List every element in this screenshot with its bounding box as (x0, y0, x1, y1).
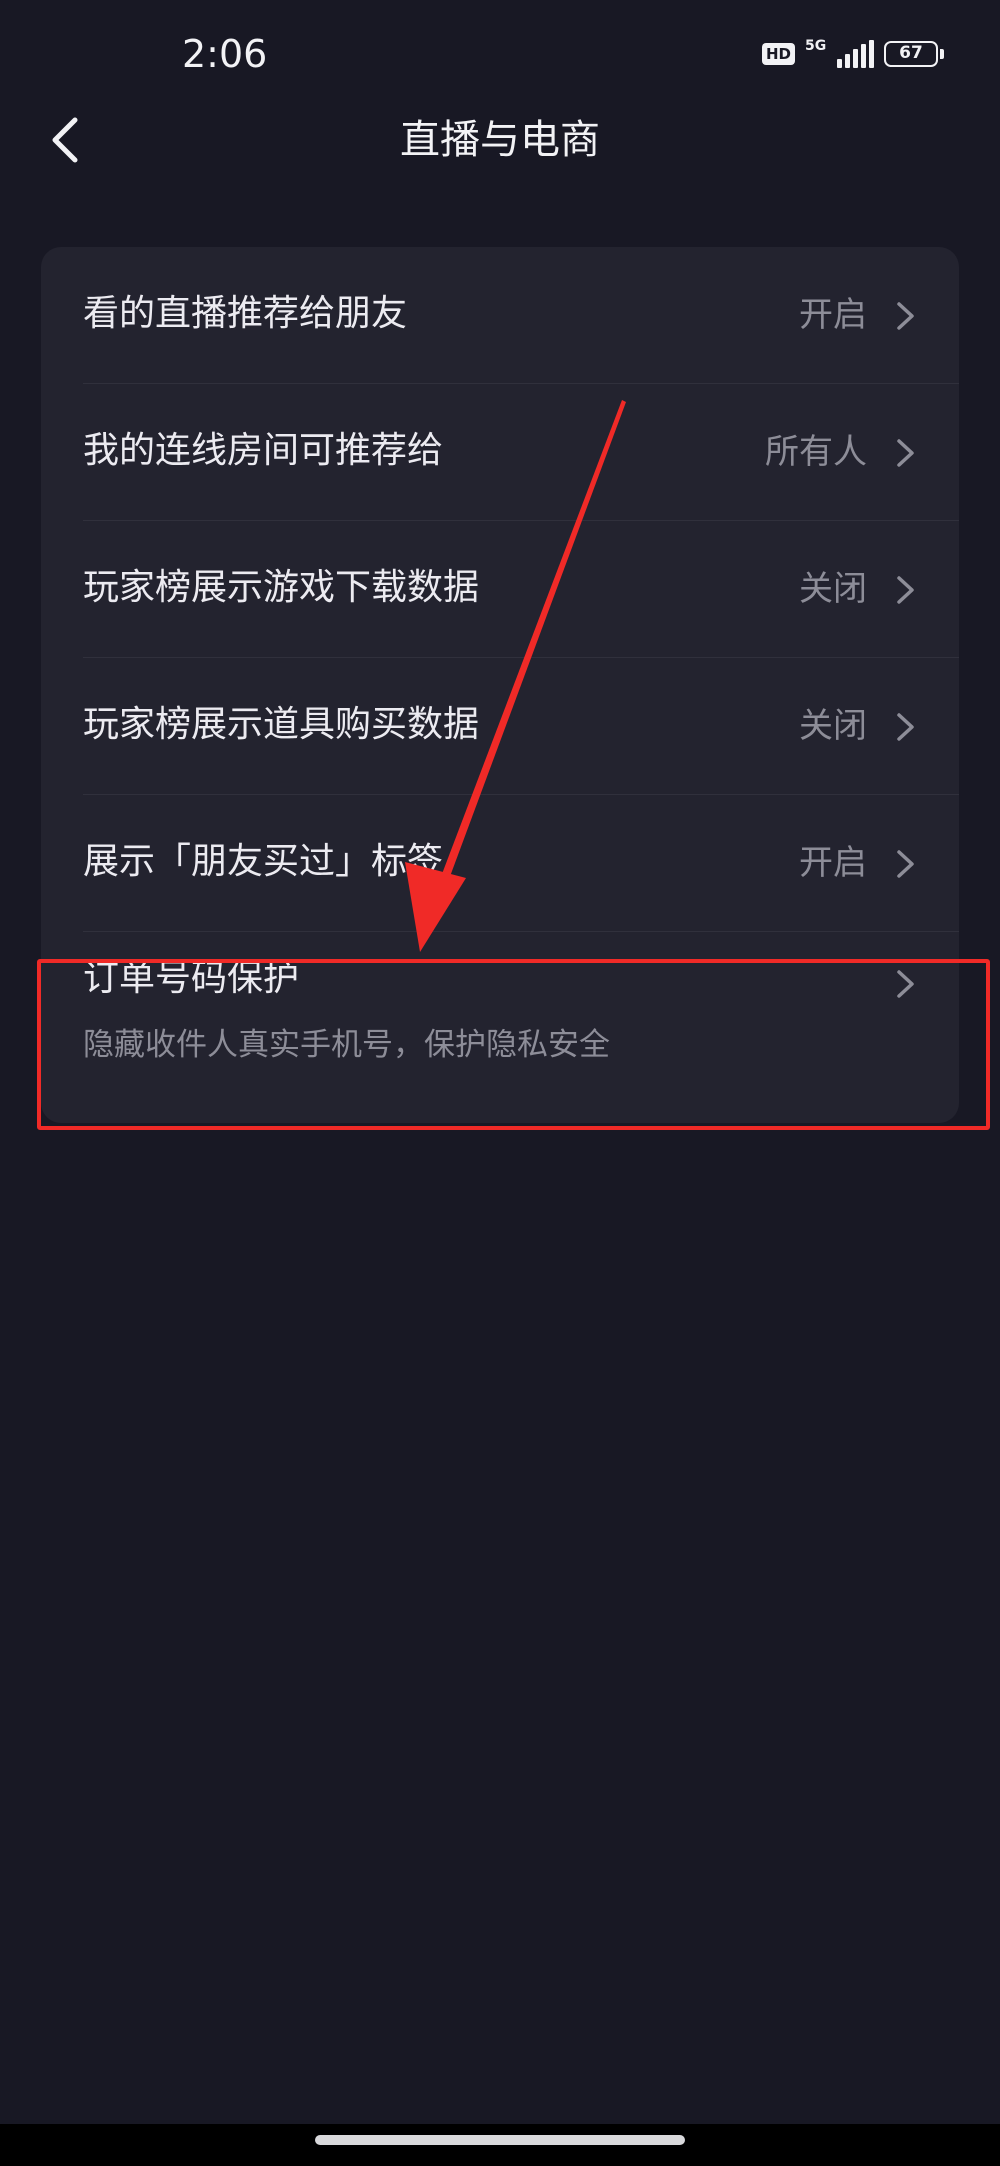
setting-row-connect-room[interactable]: 我的连线房间可推荐给 所有人 (41, 384, 959, 521)
setting-value: 关闭 (799, 569, 867, 609)
setting-row-live-recommend[interactable]: 看的直播推荐给朋友 开启 (41, 247, 959, 384)
setting-label: 我的连线房间可推荐给 (83, 430, 444, 471)
network-type: 5G (805, 38, 827, 70)
setting-row-game-download-data[interactable]: 玩家榜展示游戏下载数据 关闭 (41, 521, 959, 658)
hd-badge: HD (761, 43, 795, 65)
page-title: 直播与电商 (400, 117, 600, 163)
setting-label: 看的直播推荐给朋友 (83, 293, 408, 334)
chevron-right-icon (897, 713, 914, 741)
chevron-right-icon (897, 439, 914, 467)
battery-level: 67 (884, 41, 938, 67)
home-indicator[interactable] (315, 2135, 685, 2145)
setting-value: 关闭 (799, 706, 867, 746)
network-type-label: 5G (805, 38, 827, 54)
status-time: 2:06 (182, 32, 268, 76)
battery-icon: 67 (884, 41, 944, 67)
chevron-right-icon (897, 850, 914, 878)
navigation-bar (0, 2124, 1000, 2166)
setting-row-item-purchase-data[interactable]: 玩家榜展示道具购买数据 关闭 (41, 658, 959, 795)
signal-icon (837, 40, 874, 68)
status-bar: 2:06 HD 5G 67 (0, 0, 1000, 110)
status-icons: HD 5G 67 (761, 36, 944, 72)
header: 直播与电商 (0, 105, 1000, 175)
setting-value: 开启 (799, 295, 867, 335)
setting-label: 玩家榜展示游戏下载数据 (83, 567, 480, 608)
chevron-right-icon (897, 576, 914, 604)
setting-label: 展示「朋友买过」标签 (83, 841, 444, 882)
setting-label: 玩家榜展示道具购买数据 (83, 704, 480, 745)
annotation-highlight-box (37, 959, 990, 1130)
setting-row-friends-bought-tag[interactable]: 展示「朋友买过」标签 开启 (41, 795, 959, 932)
setting-value: 开启 (799, 843, 867, 883)
setting-value: 所有人 (765, 432, 867, 472)
chevron-right-icon (897, 302, 914, 330)
